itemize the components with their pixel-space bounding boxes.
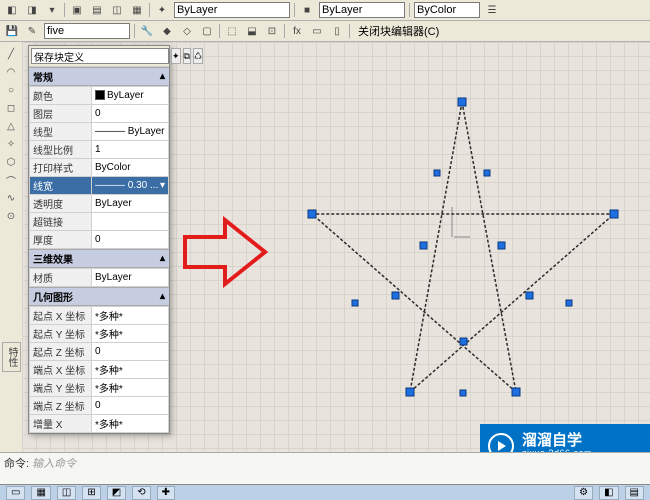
status-cell[interactable]: ⟲ bbox=[132, 486, 150, 500]
status-bar[interactable]: ▭ ▦ ◫ ⊞ ◩ ⟲ ✚ ⚙ ◧ ▤ bbox=[0, 484, 650, 500]
command-line[interactable]: 命令: 输入命令 bbox=[0, 452, 650, 484]
category-header-general[interactable]: 常规▴ bbox=[29, 67, 169, 86]
panel-button[interactable]: ✦ bbox=[171, 48, 181, 64]
close-block-editor-button[interactable]: 关闭块编辑器(C) bbox=[354, 23, 443, 39]
category-header-3d[interactable]: 三维效果▴ bbox=[29, 249, 169, 268]
prop-value[interactable]: *多种* bbox=[92, 415, 169, 433]
geometry-properties-table: 起点 X 坐标*多种* 起点 Y 坐标*多种* 起点 Z 坐标0 端点 X 坐标… bbox=[29, 306, 169, 433]
status-cell[interactable]: ⚙ bbox=[574, 486, 593, 500]
block-editor-toolbar[interactable]: 💾 ✎ 🔧 ◆ ◇ ▢ ⬚ ⬓ ⊡ fx ▭ ▯ 关闭块编辑器(C) bbox=[0, 21, 650, 42]
prop-value[interactable]: *多种* bbox=[92, 379, 169, 397]
draw-tool-icon[interactable]: ⬡ bbox=[3, 154, 19, 170]
separator bbox=[409, 3, 410, 17]
toolbar-icon[interactable]: ◨ bbox=[24, 2, 40, 18]
prop-value[interactable]: 0 bbox=[92, 343, 169, 361]
window-icon[interactable]: ▣ bbox=[69, 2, 85, 18]
save-icon[interactable]: 💾 bbox=[4, 23, 20, 39]
tool-icon[interactable]: ▭ bbox=[309, 23, 325, 39]
window-icon[interactable]: ▦ bbox=[129, 2, 145, 18]
prop-value[interactable]: 0 bbox=[92, 397, 169, 415]
list-icon[interactable]: ☰ bbox=[484, 2, 500, 18]
prop-value[interactable]: *多种* bbox=[92, 325, 169, 343]
draw-tool-icon[interactable]: ⊙ bbox=[3, 208, 19, 224]
tool-icon[interactable]: ⬓ bbox=[244, 23, 260, 39]
status-cell[interactable]: ▤ bbox=[625, 486, 644, 500]
window-icon[interactable]: ◫ bbox=[109, 2, 125, 18]
panel-button[interactable]: ⧉ bbox=[183, 48, 191, 64]
standard-toolbar[interactable]: ◧ ◨ ▾ ▣ ▤ ◫ ▦ ✦ ■ ☰ bbox=[0, 0, 650, 21]
status-cell[interactable]: ▭ bbox=[6, 486, 25, 500]
status-cell[interactable]: ◧ bbox=[599, 486, 618, 500]
prop-value-layer[interactable]: 0 bbox=[92, 105, 169, 123]
tool-icon[interactable]: ◆ bbox=[159, 23, 175, 39]
prop-value-lineweight[interactable]: ——— 0.30 ... bbox=[92, 177, 169, 195]
effect3d-properties-table: 材质ByLayer bbox=[29, 268, 169, 287]
category-header-geometry[interactable]: 几何图形▴ bbox=[29, 287, 169, 306]
draw-tool-icon[interactable]: ⌒ bbox=[3, 172, 19, 188]
tool-icon[interactable]: ▢ bbox=[199, 23, 215, 39]
draw-line-icon[interactable]: ╱ bbox=[3, 46, 19, 62]
panel-title-input[interactable] bbox=[31, 48, 169, 64]
separator bbox=[349, 24, 350, 38]
fx-icon[interactable]: fx bbox=[289, 23, 305, 39]
watermark-title: 溜溜自学 bbox=[522, 433, 592, 450]
toolbar-icon[interactable]: ◧ bbox=[4, 2, 20, 18]
status-cell[interactable]: ⊞ bbox=[82, 486, 100, 500]
separator bbox=[149, 3, 150, 17]
separator bbox=[219, 24, 220, 38]
tool-icon[interactable]: ⊡ bbox=[264, 23, 280, 39]
prop-value[interactable]: *多种* bbox=[92, 307, 169, 325]
bylayer-dropdown-1[interactable] bbox=[174, 2, 290, 18]
edit-icon[interactable]: ✎ bbox=[24, 23, 40, 39]
bylayer-dropdown-2[interactable] bbox=[319, 2, 405, 18]
toolbar-dropdown-icon[interactable]: ▾ bbox=[44, 2, 60, 18]
separator bbox=[284, 24, 285, 38]
tool-icon[interactable]: ▯ bbox=[329, 23, 345, 39]
prop-value-thickness[interactable]: 0 bbox=[92, 231, 169, 249]
prop-key: 颜色 bbox=[30, 87, 92, 105]
color-icon[interactable]: ■ bbox=[299, 2, 315, 18]
left-dock-toolbar[interactable]: ╱ ◠ ○ ◻ △ ✧ ⬡ ⌒ ∿ ⊙ bbox=[0, 42, 23, 476]
general-properties-table: 颜色 ByLayer 图层0 线型——— ByLayer 线型比例1 打印样式B… bbox=[29, 86, 169, 249]
command-hint: 输入命令 bbox=[32, 458, 76, 470]
status-cell[interactable]: ✚ bbox=[157, 486, 175, 500]
separator bbox=[64, 3, 65, 17]
tool-icon[interactable]: ⬚ bbox=[224, 23, 240, 39]
prop-value-linetype[interactable]: ——— ByLayer bbox=[92, 123, 169, 141]
status-cell[interactable]: ◫ bbox=[57, 486, 76, 500]
properties-panel[interactable]: ✦ ⧉ ♺ 常规▴ 颜色 ByLayer 图层0 线型——— ByLayer 线… bbox=[28, 45, 170, 434]
separator bbox=[134, 24, 135, 38]
panel-button[interactable]: ♺ bbox=[193, 48, 203, 64]
properties-dock-tab[interactable]: 特性 bbox=[2, 342, 21, 372]
prop-value-color[interactable]: ByLayer bbox=[92, 87, 169, 105]
layer-icon[interactable]: ✦ bbox=[154, 2, 170, 18]
status-cell[interactable]: ◩ bbox=[107, 486, 126, 500]
prop-value-hyperlink[interactable] bbox=[92, 213, 169, 231]
bycolor-dropdown[interactable] bbox=[414, 2, 480, 18]
draw-tool-icon[interactable]: ✧ bbox=[3, 136, 19, 152]
prop-value-material[interactable]: ByLayer bbox=[92, 269, 169, 287]
status-cell[interactable]: ▦ bbox=[31, 486, 50, 500]
command-prompt-label: 命令: bbox=[4, 458, 29, 470]
separator bbox=[294, 3, 295, 17]
prop-value-plotstyle[interactable]: ByColor bbox=[92, 159, 169, 177]
draw-tool-icon[interactable]: ◻ bbox=[3, 100, 19, 116]
tool-icon[interactable]: 🔧 bbox=[139, 23, 155, 39]
draw-tool-icon[interactable]: △ bbox=[3, 118, 19, 134]
draw-tool-icon[interactable]: ∿ bbox=[3, 190, 19, 206]
draw-tool-icon[interactable]: ○ bbox=[3, 82, 19, 98]
block-name-input[interactable] bbox=[44, 23, 130, 39]
prop-value-ltscale[interactable]: 1 bbox=[92, 141, 169, 159]
prop-value[interactable]: *多种* bbox=[92, 361, 169, 379]
draw-tool-icon[interactable]: ◠ bbox=[3, 64, 19, 80]
tool-icon[interactable]: ◇ bbox=[179, 23, 195, 39]
prop-value-transparency[interactable]: ByLayer bbox=[92, 195, 169, 213]
window-icon[interactable]: ▤ bbox=[89, 2, 105, 18]
